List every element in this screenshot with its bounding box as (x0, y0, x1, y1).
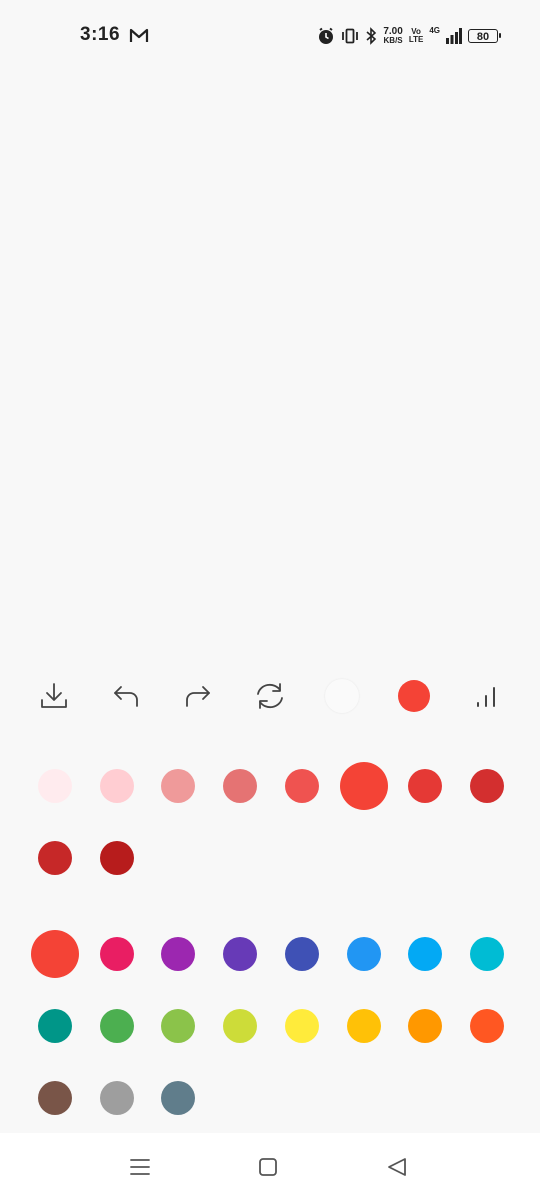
shade-swatch-6[interactable] (408, 769, 443, 803)
status-icons: 7.00 KB/S Vo LTE 4G 80 (317, 25, 501, 46)
palette-swatch-11[interactable] (223, 1009, 258, 1043)
gmail-icon (129, 28, 149, 42)
palette-swatch-13[interactable] (346, 1009, 381, 1043)
brush-size-button[interactable] (461, 664, 511, 728)
palette-swatch-8[interactable] (38, 1009, 72, 1043)
volte-bottom: LTE (408, 35, 424, 44)
palette-swatch-10[interactable] (161, 1009, 196, 1043)
palette-swatch-4[interactable] (284, 937, 319, 971)
shade-swatch-2[interactable] (161, 769, 196, 803)
network-speed: 7.00 KB/S (383, 26, 403, 46)
battery-indicator: 80 (468, 29, 501, 43)
redo-icon (186, 686, 210, 707)
shade-swatch-8[interactable] (38, 841, 72, 875)
shade-swatch-4[interactable] (284, 769, 319, 803)
palette-swatch-12[interactable] (284, 1009, 319, 1043)
palette-swatch-5[interactable] (346, 937, 381, 971)
volte-indicator: Vo LTE (409, 28, 424, 44)
toolbar (0, 664, 540, 728)
palette-swatch-1[interactable] (99, 937, 134, 971)
network-speed-value: 7.00 (383, 26, 403, 37)
shade-swatch-9[interactable] (99, 841, 134, 875)
brush-size-icon (477, 687, 495, 707)
undo-icon (114, 686, 138, 707)
shade-swatch-3[interactable] (223, 769, 258, 803)
palette-swatch-6[interactable] (408, 937, 443, 971)
download-button[interactable] (29, 664, 79, 728)
recent-apps-icon (130, 1159, 150, 1175)
vibrate-icon (342, 28, 359, 44)
network-speed-unit: KB/S (383, 36, 403, 45)
palette-swatch-16[interactable] (38, 1081, 72, 1115)
back-icon (388, 1158, 406, 1176)
eraser-button[interactable] (317, 664, 367, 728)
eraser-icon (325, 679, 359, 713)
palette-swatch-14[interactable] (408, 1009, 443, 1043)
home-button[interactable] (248, 1151, 288, 1183)
network-type: 4G (429, 25, 440, 35)
palette-swatch-15[interactable] (469, 1009, 504, 1043)
status-time: 3:16 (80, 24, 121, 45)
current-color-button[interactable] (389, 664, 439, 728)
palette-swatch-0[interactable] (31, 930, 79, 978)
shade-swatch-5[interactable] (339, 762, 388, 810)
alarm-icon (319, 27, 334, 44)
download-icon (41, 683, 67, 708)
recent-apps-button[interactable] (120, 1151, 160, 1183)
home-icon (259, 1158, 277, 1176)
reset-button[interactable] (245, 664, 295, 728)
back-button[interactable] (377, 1151, 417, 1183)
current-color-swatch (398, 680, 430, 712)
bluetooth-icon (366, 27, 377, 45)
shade-swatch-1[interactable] (99, 769, 134, 803)
signal-icon (446, 28, 462, 44)
reset-icon (257, 683, 283, 709)
palette-swatch-17[interactable] (99, 1081, 134, 1115)
palette-swatch-7[interactable] (469, 937, 504, 971)
palette-swatch-18[interactable] (161, 1081, 196, 1115)
shade-swatch-7[interactable] (469, 769, 504, 803)
status-bar: 3:16 7.00 KB/S Vo LTE 4G 80 (0, 0, 540, 72)
drawing-canvas[interactable] (0, 72, 540, 652)
undo-button[interactable] (101, 664, 151, 728)
navigation-bar (0, 1133, 540, 1200)
redo-button[interactable] (173, 664, 223, 728)
palette-swatch-2[interactable] (161, 937, 196, 971)
shade-swatch-0[interactable] (38, 769, 72, 803)
palette-swatch-3[interactable] (223, 937, 258, 971)
palette-swatch-9[interactable] (99, 1009, 134, 1043)
